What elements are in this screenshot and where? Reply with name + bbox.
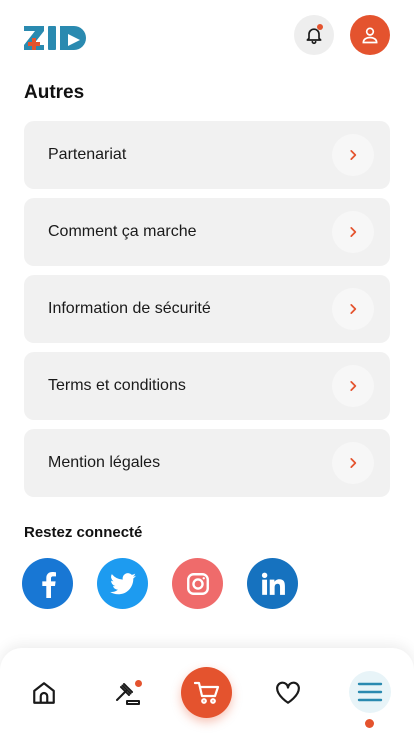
linkedin-link[interactable] (247, 558, 298, 609)
section-title: Autres (24, 82, 85, 103)
settings-menu-list: Partenariat Comment ça marche Informatio… (24, 121, 390, 506)
menu-item-terms-conditions[interactable]: Terms et conditions (24, 352, 390, 420)
menu-item-information-securite[interactable]: Information de sécurité (24, 275, 390, 343)
nav-cart[interactable] (181, 667, 232, 718)
nav-auctions[interactable] (112, 678, 144, 708)
profile-button[interactable] (350, 15, 390, 55)
chevron-right-icon (332, 288, 374, 330)
nav-home[interactable] (29, 678, 59, 708)
cart-icon (193, 681, 219, 704)
linkedin-icon (261, 572, 285, 595)
menu-item-label: Information de sécurité (48, 300, 211, 317)
app-header (0, 0, 414, 76)
nav-favorites[interactable] (273, 678, 303, 708)
social-links (22, 558, 322, 609)
home-icon (33, 682, 55, 704)
user-icon (362, 27, 378, 44)
active-tab-indicator (365, 719, 374, 728)
chevron-right-icon (332, 134, 374, 176)
social-title: Restez connecté (24, 524, 143, 541)
notification-badge (317, 24, 323, 30)
auction-badge (135, 680, 142, 687)
menu-item-label: Terms et conditions (48, 377, 186, 394)
menu-item-partenariat[interactable]: Partenariat (24, 121, 390, 189)
bottom-navigation (0, 648, 414, 735)
menu-item-mention-legales[interactable]: Mention légales (24, 429, 390, 497)
nav-menu[interactable] (349, 671, 391, 713)
hamburger-menu-icon (357, 682, 383, 702)
chevron-right-icon (332, 211, 374, 253)
zid-logo[interactable] (24, 24, 94, 52)
instagram-link[interactable] (172, 558, 223, 609)
chevron-right-icon (332, 365, 374, 407)
facebook-link[interactable] (22, 558, 73, 609)
menu-item-label: Partenariat (48, 146, 127, 163)
twitter-link[interactable] (97, 558, 148, 609)
twitter-icon (109, 572, 136, 594)
menu-item-label: Comment ça marche (48, 223, 197, 240)
menu-item-comment-ca-marche[interactable]: Comment ça marche (24, 198, 390, 266)
facebook-icon (41, 571, 56, 598)
instagram-icon (186, 572, 209, 595)
chevron-right-icon (332, 442, 374, 484)
menu-item-label: Mention légales (48, 454, 161, 471)
notifications-button[interactable] (294, 15, 334, 55)
heart-icon (276, 681, 300, 704)
